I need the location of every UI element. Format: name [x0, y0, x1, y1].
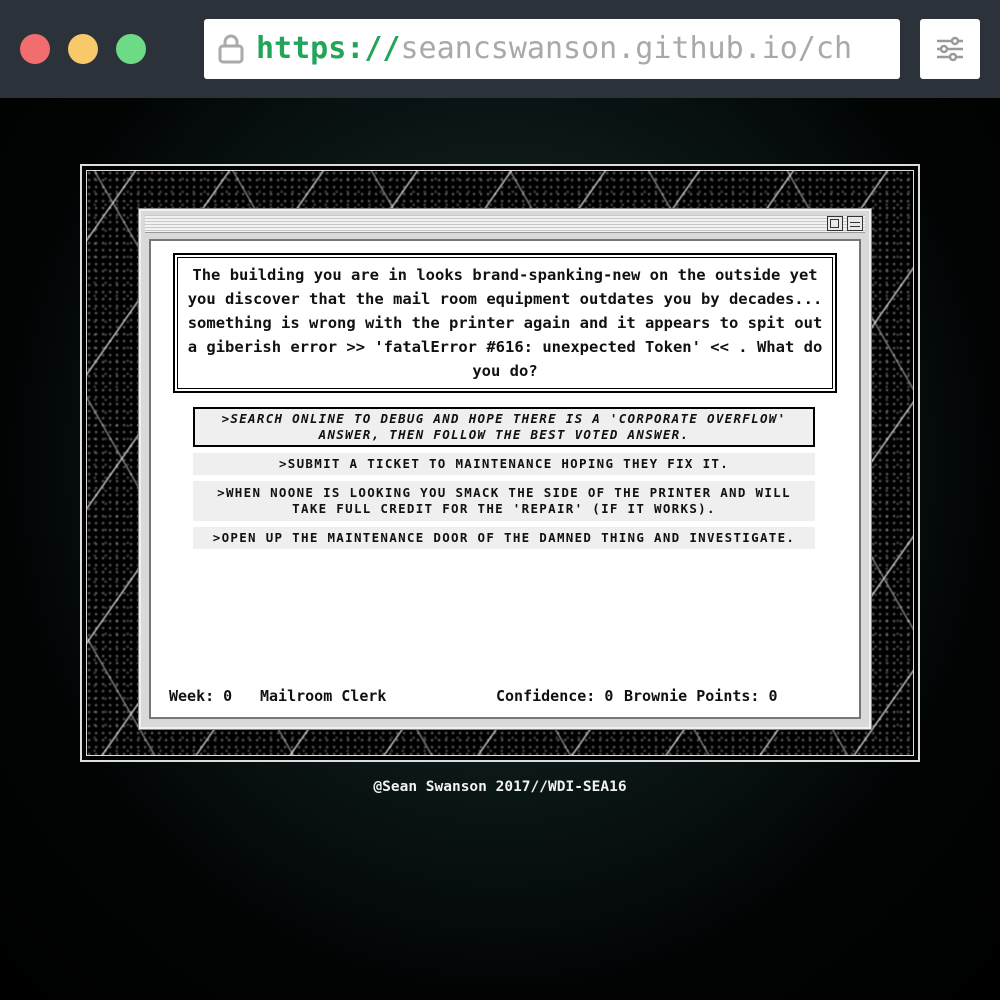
- lock-icon: [218, 34, 244, 64]
- game-frame: The building you are in looks brand-span…: [80, 164, 920, 762]
- window-content: The building you are in looks brand-span…: [149, 239, 861, 719]
- choice-submit-ticket[interactable]: >SUBMIT A TICKET TO MAINTENANCE HOPING T…: [193, 453, 815, 475]
- brownie-points-counter: Brownie Points: 0: [624, 687, 778, 705]
- choice-open-door[interactable]: >OPEN UP THE MAINTENANCE DOOR OF THE DAM…: [193, 527, 815, 549]
- week-counter: Week: 0: [169, 687, 233, 705]
- status-bar: Week: 0 Mailroom Clerk Confidence: 0 Bro…: [169, 687, 849, 709]
- story-text: The building you are in looks brand-span…: [187, 266, 823, 380]
- window-titlebar[interactable]: [145, 215, 865, 233]
- player-role: Mailroom Clerk: [260, 687, 387, 705]
- choice-list: >SEARCH ONLINE TO DEBUG AND HOPE THERE I…: [193, 407, 815, 555]
- footer-credit: @Sean Swanson 2017//WDI-SEA16: [373, 779, 627, 795]
- window-collapse-button[interactable]: [847, 216, 863, 231]
- window-zoom-button[interactable]: [827, 216, 843, 231]
- story-box: The building you are in looks brand-span…: [173, 253, 837, 393]
- address-bar[interactable]: https://seancswanson.github.io/ch: [204, 19, 900, 79]
- minimize-window-button[interactable]: [68, 34, 98, 64]
- url-host: seancswanson.github.io/ch: [400, 31, 853, 66]
- sliders-icon: [937, 36, 963, 62]
- maximize-window-button[interactable]: [116, 34, 146, 64]
- game-window: The building you are in looks brand-span…: [139, 209, 871, 729]
- choice-smack-printer[interactable]: >WHEN NOONE IS LOOKING YOU SMACK THE SID…: [193, 481, 815, 521]
- settings-button[interactable]: [920, 19, 980, 79]
- confidence-counter: Confidence: 0: [496, 687, 614, 705]
- page: The building you are in looks brand-span…: [0, 98, 1000, 1000]
- marble-background: The building you are in looks brand-span…: [86, 170, 914, 756]
- url-text: https://seancswanson.github.io/ch: [256, 19, 852, 79]
- close-window-button[interactable]: [20, 34, 50, 64]
- choice-search-online[interactable]: >SEARCH ONLINE TO DEBUG AND HOPE THERE I…: [193, 407, 815, 447]
- browser-chrome: https://seancswanson.github.io/ch: [0, 0, 1000, 98]
- url-scheme: https://: [256, 31, 401, 66]
